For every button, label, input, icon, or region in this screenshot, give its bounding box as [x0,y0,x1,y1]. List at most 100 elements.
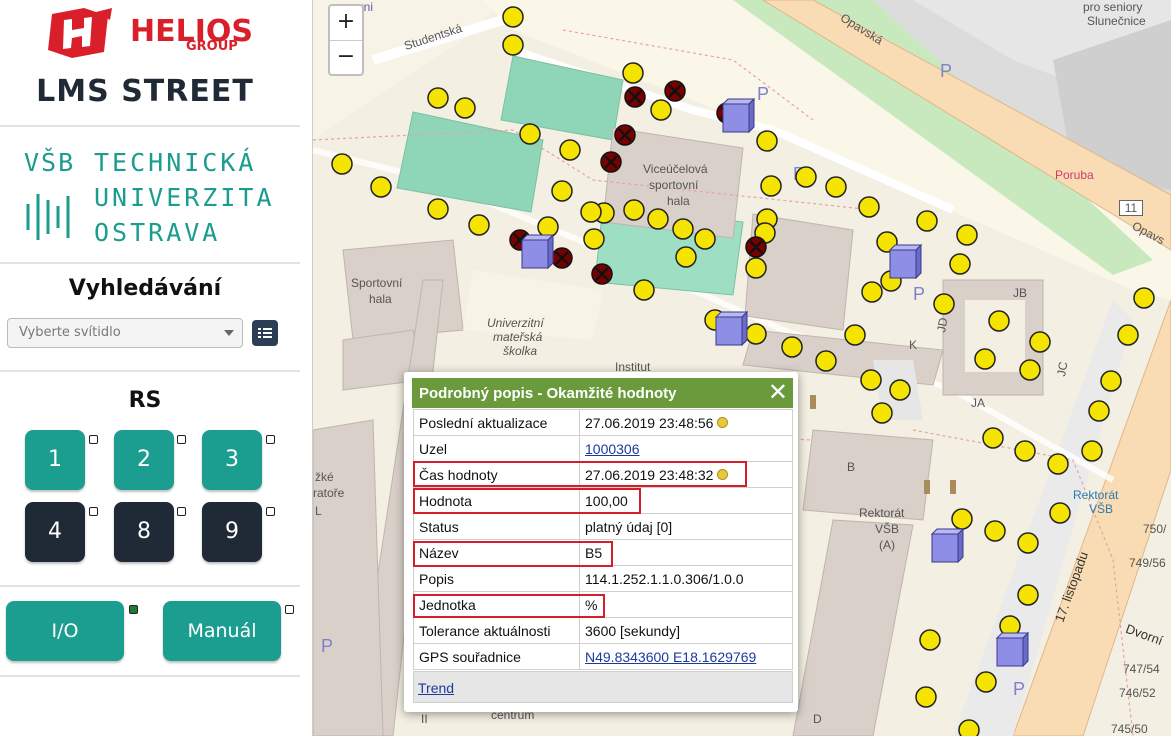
lamp-marker[interactable] [919,629,941,651]
lamp-marker[interactable] [949,253,971,275]
cabinet-marker[interactable] [520,233,555,270]
lamp-marker[interactable] [760,175,782,197]
gps-link[interactable]: N49.8343600 E18.1629769 [585,649,756,665]
lamp-marker[interactable] [781,336,803,358]
lamp-marker[interactable] [551,180,573,202]
lamp-marker[interactable] [331,153,353,175]
fault-lamp-marker[interactable] [745,236,767,258]
lamp-marker[interactable] [1017,532,1039,554]
lamp-marker[interactable] [519,123,541,145]
lamp-marker[interactable] [583,228,605,250]
fault-lamp-marker[interactable] [664,80,686,102]
lamp-marker[interactable] [951,508,973,530]
node-link[interactable]: 1000306 [585,441,640,457]
rs-button-3[interactable]: 3 [202,430,262,490]
cabinet-marker[interactable] [930,527,965,564]
zoom-out-button[interactable]: − [330,41,362,75]
lamp-marker[interactable] [502,34,524,56]
lamp-marker[interactable] [370,176,392,198]
lamp-marker[interactable] [933,293,955,315]
lamp-marker[interactable] [427,198,449,220]
lamp-marker[interactable] [975,671,997,693]
lamp-marker[interactable] [675,246,697,268]
cabinet-marker[interactable] [888,243,923,280]
fault-lamp-marker[interactable] [624,86,646,108]
io-button[interactable]: I/O [6,601,124,661]
lamp-marker[interactable] [1047,453,1069,475]
search-title: Vyhledávání [68,276,222,301]
rs-button-2[interactable]: 2 [114,430,174,490]
lamp-marker[interactable] [916,210,938,232]
row-value: 3600 [sekundy] [579,617,793,644]
lamp-marker[interactable] [454,97,476,119]
lamp-marker[interactable] [815,350,837,372]
lamp-marker[interactable] [889,379,911,401]
rs-button-8[interactable]: 8 [114,502,174,562]
lamp-marker[interactable] [1088,400,1110,422]
zoom-control: + − [328,4,364,76]
lamp-marker[interactable] [647,208,669,230]
lamp-marker[interactable] [756,130,778,152]
lamp-marker[interactable] [974,348,996,370]
lamp-marker[interactable] [1014,440,1036,462]
lamp-marker[interactable] [988,310,1010,332]
zoom-in-button[interactable]: + [330,6,362,41]
luminaire-select[interactable]: Vyberte svítidlo [7,318,243,348]
cabinet-marker[interactable] [714,310,749,347]
lamp-marker[interactable] [795,166,817,188]
fault-lamp-marker[interactable] [614,124,636,146]
list-button[interactable] [252,320,278,346]
fault-lamp-marker[interactable] [600,151,622,173]
lamp-marker[interactable] [1017,584,1039,606]
lamp-marker[interactable] [1100,370,1122,392]
lamp-marker[interactable] [1049,502,1071,524]
lamp-marker[interactable] [984,520,1006,542]
trend-link[interactable]: Trend [418,680,454,696]
map-label: JC [1054,360,1071,378]
rs-indicator-8 [177,507,186,516]
rs-button-4[interactable]: 4 [25,502,85,562]
lamp-marker[interactable] [1133,287,1155,309]
lamp-marker[interactable] [1117,324,1139,346]
lamp-marker[interactable] [982,427,1004,449]
lamp-marker[interactable] [1019,359,1041,381]
lamp-marker[interactable] [537,216,559,238]
lamp-marker[interactable] [633,279,655,301]
sun-icon [717,416,729,428]
lamp-marker[interactable] [871,402,893,424]
cabinet-marker[interactable] [721,97,756,134]
lamp-marker[interactable] [844,324,866,346]
close-icon[interactable]: ✕ [768,379,788,405]
lamp-marker[interactable] [502,6,524,28]
lamp-marker[interactable] [622,62,644,84]
map-label: žké [315,470,334,484]
fault-lamp-marker[interactable] [551,247,573,269]
lamp-marker[interactable] [745,257,767,279]
rs-button-1[interactable]: 1 [25,430,85,490]
lamp-marker[interactable] [858,196,880,218]
lamp-marker[interactable] [860,369,882,391]
highlight-box [413,461,747,487]
lamp-marker[interactable] [915,686,937,708]
lamp-marker[interactable] [468,214,490,236]
lamp-marker[interactable] [745,323,767,345]
lamp-marker[interactable] [694,228,716,250]
lamp-marker[interactable] [580,201,602,223]
lamp-marker[interactable] [1029,331,1051,353]
map-label: 745/50 [1111,722,1148,736]
io-indicator [129,605,138,614]
lamp-marker[interactable] [1081,440,1103,462]
lamp-marker[interactable] [427,87,449,109]
lamp-marker[interactable] [861,281,883,303]
lamp-marker[interactable] [650,99,672,121]
lamp-marker[interactable] [825,176,847,198]
lamp-marker[interactable] [956,224,978,246]
lamp-marker[interactable] [958,719,980,736]
manual-button[interactable]: Manuál [163,601,281,661]
lamp-marker[interactable] [623,199,645,221]
lamp-marker[interactable] [672,218,694,240]
fault-lamp-marker[interactable] [591,263,613,285]
lamp-marker[interactable] [559,139,581,161]
cabinet-marker[interactable] [995,631,1030,668]
rs-button-9[interactable]: 9 [202,502,262,562]
